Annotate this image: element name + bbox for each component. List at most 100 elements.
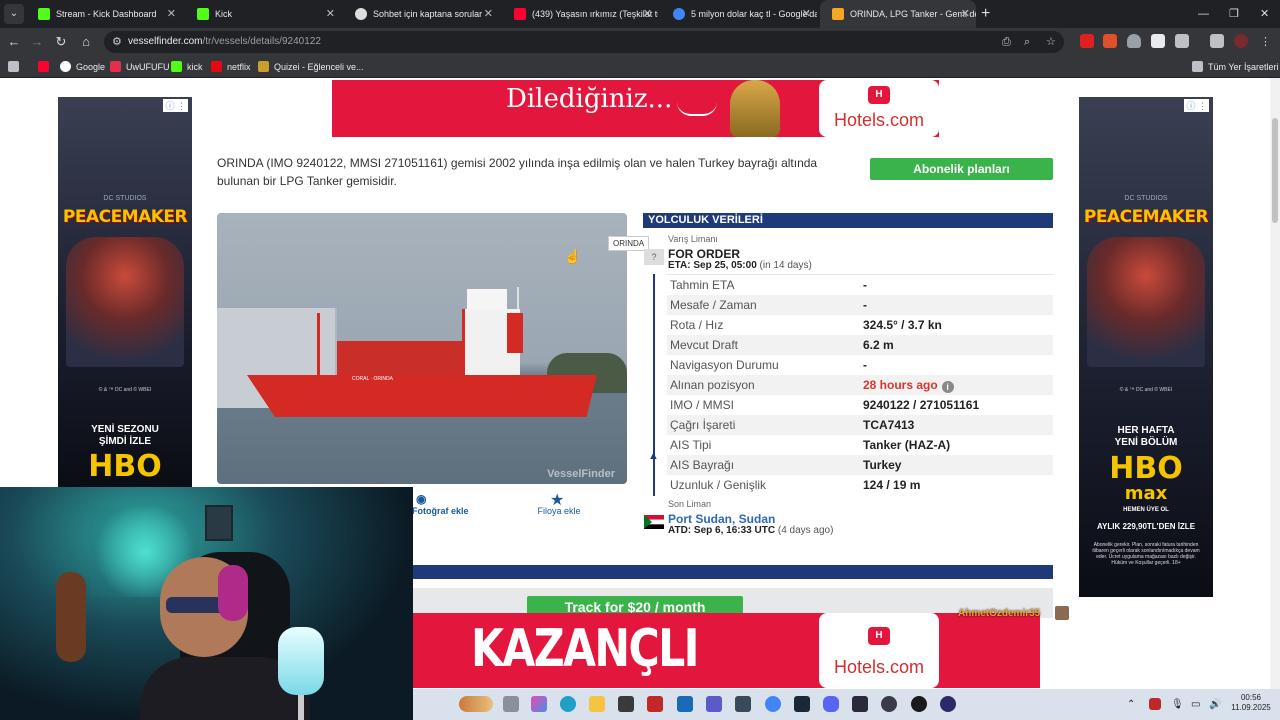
- bookmark-google[interactable]: Google: [60, 56, 105, 78]
- tab-youtube[interactable]: (439) Yaşasın ırkımız (Teşkilat tü ✕: [502, 0, 658, 28]
- arrival-port: FOR ORDER: [668, 247, 740, 261]
- tab-google[interactable]: 5 milyon dolar kaç tl - Google'da ✕: [661, 0, 817, 28]
- steam-icon[interactable]: [794, 696, 810, 712]
- restore-icon[interactable]: ❐: [1229, 0, 1239, 28]
- back-icon[interactable]: ←: [4, 32, 24, 52]
- ad-mascot-graphic: [730, 80, 780, 137]
- extension-icon[interactable]: [1080, 34, 1094, 48]
- tab-kick-dashboard[interactable]: Stream - Kick Dashboard ✕: [26, 0, 182, 28]
- zoom-icon[interactable]: ⌕: [1024, 31, 1030, 53]
- app-icon[interactable]: [852, 696, 868, 712]
- row-value: 324.5° / 3.7 kn: [863, 318, 942, 332]
- minimize-icon[interactable]: —: [1198, 0, 1209, 28]
- file-explorer-icon[interactable]: [589, 696, 605, 712]
- extension-icon[interactable]: [1151, 34, 1165, 48]
- obs-icon[interactable]: [911, 696, 927, 712]
- hotels-ad-top[interactable]: Dilediğiniz... H Hotels.com: [332, 80, 939, 137]
- hotels-logo-box: H Hotels.com: [819, 80, 939, 137]
- reload-icon[interactable]: ↻: [51, 32, 71, 52]
- subscription-plans-button[interactable]: Abonelik planları: [870, 158, 1053, 180]
- departure-port-link[interactable]: Port Sudan, Sudan: [668, 512, 775, 526]
- discord-icon[interactable]: [823, 696, 839, 712]
- show-hidden-icons[interactable]: ⌃: [1127, 689, 1135, 720]
- help-icon[interactable]: ?: [644, 249, 664, 265]
- tab-chatgpt[interactable]: Sohbet için kaptana sorular ✕: [343, 0, 499, 28]
- info-icon[interactable]: i: [941, 381, 954, 393]
- row-value: -: [863, 358, 867, 372]
- edge-icon[interactable]: [560, 696, 576, 712]
- bookmark-kick[interactable]: kick: [171, 56, 203, 78]
- ad-choices-icon[interactable]: ⓘ ⋮: [163, 99, 188, 112]
- network-icon[interactable]: ▭: [1191, 689, 1200, 720]
- weather-widget-icon[interactable]: [459, 696, 493, 712]
- close-tab-icon[interactable]: ✕: [802, 0, 811, 28]
- site-info-icon[interactable]: ⚙: [112, 31, 122, 53]
- ad-slogan: Dilediğiniz...: [506, 84, 673, 114]
- tab-vesselfinder[interactable]: ORINDA, LPG Tanker - Gemi de ✕: [820, 0, 976, 28]
- close-tab-icon[interactable]: ✕: [167, 0, 176, 28]
- route-arrow-icon: ▲: [648, 450, 659, 462]
- bookmark-star-icon[interactable]: ☆: [1046, 31, 1056, 53]
- task-view-icon[interactable]: [503, 696, 519, 712]
- kick-icon: [38, 8, 50, 20]
- bookmark-netflix[interactable]: netflix: [211, 56, 251, 78]
- reading-list-icon[interactable]: [1210, 34, 1224, 48]
- ad-fine-print: Abonelik gerekir. Plan, sonraki fatura t…: [1092, 542, 1200, 566]
- row-key: AIS Tipi: [670, 438, 712, 452]
- shield-extension-icon[interactable]: [1127, 34, 1141, 48]
- copilot-icon[interactable]: [531, 696, 547, 712]
- hbo-ad-left[interactable]: ⓘ ⋮ DC STUDIOS PEACEMAKER © & ™ DC and ©…: [58, 97, 192, 487]
- tray-app-icon[interactable]: [1149, 698, 1161, 710]
- section-band: [413, 565, 1053, 579]
- ad-choices-icon[interactable]: ⓘ ⋮: [1184, 99, 1209, 112]
- ad-signup-link[interactable]: HEMEN ÜYE OL: [1079, 507, 1213, 513]
- outlook-icon[interactable]: [677, 696, 693, 712]
- forward-icon[interactable]: →: [27, 32, 47, 52]
- more-menu-icon[interactable]: ⋮: [1260, 31, 1271, 53]
- apps-grid-icon: [8, 61, 19, 72]
- volume-icon[interactable]: 🔊: [1209, 689, 1221, 720]
- microphone-icon[interactable]: 🎙: [1171, 689, 1184, 720]
- app-icon[interactable]: [881, 696, 897, 712]
- close-tab-icon[interactable]: ✕: [961, 0, 970, 28]
- close-tab-icon[interactable]: ✕: [643, 0, 652, 28]
- vessel-intro-text: ORINDA (IMO 9240122, MMSI 271051161) gem…: [217, 156, 818, 188]
- hotels-ad-bottom[interactable]: KAZANÇLI ⓘ ⋮ H Hotels.com: [413, 613, 1040, 688]
- voyage-row: Navigasyon Durumu -: [667, 355, 1053, 375]
- page-scrollbar[interactable]: [1270, 78, 1280, 720]
- apps-icon[interactable]: [8, 56, 24, 78]
- bookmark-youtube[interactable]: [38, 56, 54, 78]
- extension-icon[interactable]: [1103, 34, 1117, 48]
- profile-avatar[interactable]: [1234, 34, 1248, 48]
- tab-search-button[interactable]: ⌄: [4, 4, 24, 24]
- row-key: Navigasyon Durumu: [670, 358, 779, 372]
- extensions-puzzle-icon[interactable]: [1175, 34, 1189, 48]
- hbo-ad-right[interactable]: ⓘ ⋮ DC STUDIOS PEACEMAKER © & ™ DC and ©…: [1079, 97, 1213, 597]
- clock-time: 00:56: [1240, 693, 1262, 702]
- bookmark-uwufufu[interactable]: UwUFUFU: [110, 56, 170, 78]
- close-tab-icon[interactable]: ✕: [484, 0, 493, 28]
- arrival-port-label: Varış Limanı: [668, 234, 718, 244]
- add-to-fleet-button[interactable]: ★ Filoya ekle: [536, 492, 582, 516]
- chrome-icon[interactable]: [765, 696, 781, 712]
- app-icon[interactable]: [940, 696, 956, 712]
- scrollbar-thumb[interactable]: [1272, 118, 1278, 223]
- hotels-brand: Hotels.com: [833, 110, 925, 130]
- row-value: -: [863, 278, 867, 292]
- new-tab-button[interactable]: +: [981, 0, 990, 28]
- bookmark-quizei[interactable]: Quizei - Eğlenceli ve...: [258, 56, 364, 78]
- home-icon[interactable]: ⌂: [76, 32, 96, 52]
- row-value: Turkey: [863, 458, 902, 472]
- settings-icon[interactable]: [735, 696, 751, 712]
- app-icon[interactable]: [647, 696, 663, 712]
- url-input[interactable]: ⚙ vesselfinder.com/tr/vessels/details/92…: [104, 31, 1064, 53]
- store-icon[interactable]: [618, 696, 634, 712]
- add-photo-button[interactable]: ◉ Fotoğraf ekle: [412, 492, 469, 516]
- tab-kick[interactable]: Kick ✕: [185, 0, 341, 28]
- taskbar-clock[interactable]: 00:56 11.09.2025: [1226, 693, 1276, 713]
- teams-icon[interactable]: [706, 696, 722, 712]
- all-bookmarks[interactable]: Tüm Yer İşaretleri: [1192, 56, 1279, 78]
- close-tab-icon[interactable]: ✕: [326, 0, 335, 28]
- install-app-icon[interactable]: ⎙: [1002, 31, 1011, 53]
- close-window-icon[interactable]: ✕: [1260, 0, 1269, 28]
